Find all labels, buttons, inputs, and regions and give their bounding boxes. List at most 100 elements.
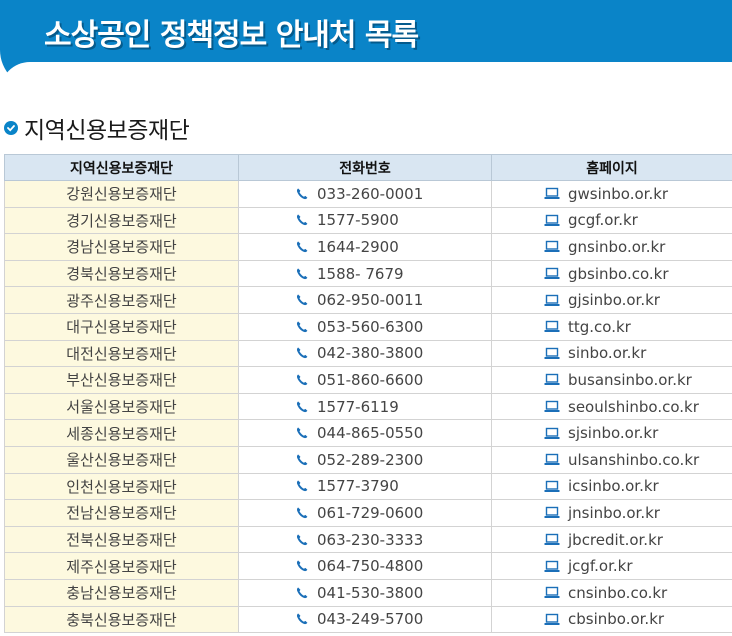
laptop-icon xyxy=(544,560,560,573)
table-row: 인천신용보증재단 1577-3790 icsinbo.or.kr xyxy=(4,472,732,501)
phone-cell: 033-260-0001 xyxy=(238,180,492,208)
phone-cell: 041-530-3800 xyxy=(238,578,492,607)
phone-number[interactable]: 051-860-6600 xyxy=(317,371,423,389)
check-circle-icon xyxy=(4,121,18,135)
homepage-link[interactable]: ulsanshinbo.co.kr xyxy=(568,451,699,469)
region-cell: 경기신용보증재단 xyxy=(4,206,239,235)
phone-number[interactable]: 042-380-3800 xyxy=(317,344,423,362)
table-row: 서울신용보증재단 1577-6119 seoulshinbo.co.kr xyxy=(4,392,732,421)
region-cell: 광주신용보증재단 xyxy=(4,286,239,314)
homepage-cell: jnsinbo.or.kr xyxy=(491,499,732,527)
homepage-cell: seoulshinbo.co.kr xyxy=(491,392,732,421)
laptop-icon xyxy=(544,347,560,360)
table-row: 경기신용보증재단 1577-5900 gcgf.or.kr xyxy=(4,206,732,235)
phone-number[interactable]: 062-950-0011 xyxy=(317,291,423,309)
column-header-homepage: 홈페이지 xyxy=(491,154,732,181)
phone-number[interactable]: 063-230-3333 xyxy=(317,531,423,549)
homepage-link[interactable]: busansinbo.or.kr xyxy=(568,371,692,389)
homepage-link[interactable]: jnsinbo.or.kr xyxy=(568,504,660,522)
phone-cell: 061-729-0600 xyxy=(238,499,492,527)
phone-number[interactable]: 1577-5900 xyxy=(317,211,399,229)
table-row: 광주신용보증재단 062-950-0011 gjsinbo.or.kr xyxy=(4,286,732,314)
phone-cell: 052-289-2300 xyxy=(238,445,492,474)
region-cell: 부산신용보증재단 xyxy=(4,366,239,394)
phone-icon xyxy=(295,400,309,414)
section-heading: 지역신용보증재단 xyxy=(4,112,190,144)
phone-icon xyxy=(295,213,309,227)
laptop-icon xyxy=(544,453,560,466)
phone-cell: 1577-5900 xyxy=(238,206,492,235)
homepage-link[interactable]: gjsinbo.or.kr xyxy=(568,291,660,309)
homepage-cell: ttg.co.kr xyxy=(491,312,732,341)
homepage-link[interactable]: jbcredit.or.kr xyxy=(568,531,663,549)
phone-icon xyxy=(295,346,309,360)
region-cell: 대구신용보증재단 xyxy=(4,312,239,341)
table-row: 대전신용보증재단 042-380-3800 sinbo.or.kr xyxy=(4,339,732,368)
laptop-icon xyxy=(544,533,560,546)
table-header-row: 지역신용보증재단 전화번호 홈페이지 xyxy=(4,154,732,181)
laptop-icon xyxy=(544,613,560,626)
phone-number[interactable]: 052-289-2300 xyxy=(317,451,423,469)
laptop-icon xyxy=(544,214,560,227)
homepage-link[interactable]: cbsinbo.or.kr xyxy=(568,610,664,628)
phone-number[interactable]: 061-729-0600 xyxy=(317,504,423,522)
region-cell: 울산신용보증재단 xyxy=(4,445,239,474)
table-row: 울산신용보증재단 052-289-2300 ulsanshinbo.co.kr xyxy=(4,445,732,474)
homepage-link[interactable]: seoulshinbo.co.kr xyxy=(568,398,699,416)
phone-icon xyxy=(295,320,309,334)
homepage-link[interactable]: icsinbo.or.kr xyxy=(568,477,659,495)
phone-number[interactable]: 043-249-5700 xyxy=(317,610,423,628)
column-header-phone: 전화번호 xyxy=(238,154,492,181)
phone-cell: 063-230-3333 xyxy=(238,525,492,554)
section-title: 지역신용보증재단 xyxy=(24,118,190,144)
region-cell: 경남신용보증재단 xyxy=(4,233,239,261)
phone-number[interactable]: 041-530-3800 xyxy=(317,584,423,602)
phone-icon xyxy=(295,612,309,626)
phone-number[interactable]: 1577-6119 xyxy=(317,398,399,416)
homepage-link[interactable]: sjsinbo.or.kr xyxy=(568,424,658,442)
table-row: 충남신용보증재단 041-530-3800 cnsinbo.co.kr xyxy=(4,578,732,607)
homepage-link[interactable]: gcgf.or.kr xyxy=(568,211,638,229)
homepage-link[interactable]: cnsinbo.co.kr xyxy=(568,584,667,602)
phone-number[interactable]: 1588- 7679 xyxy=(317,265,404,283)
phone-cell: 062-950-0011 xyxy=(238,286,492,314)
table-row: 전남신용보증재단 061-729-0600 jnsinbo.or.kr xyxy=(4,499,732,527)
phone-number[interactable]: 033-260-0001 xyxy=(317,185,423,203)
table-row: 세종신용보증재단 044-865-0550 sjsinbo.or.kr xyxy=(4,419,732,447)
phone-number[interactable]: 064-750-4800 xyxy=(317,557,423,575)
region-cell: 세종신용보증재단 xyxy=(4,419,239,447)
homepage-link[interactable]: gnsinbo.or.kr xyxy=(568,238,665,256)
phone-number[interactable]: 053-560-6300 xyxy=(317,318,423,336)
table-row: 전북신용보증재단 063-230-3333 jbcredit.or.kr xyxy=(4,525,732,554)
phone-cell: 053-560-6300 xyxy=(238,312,492,341)
laptop-icon xyxy=(544,506,560,519)
phone-cell: 1577-6119 xyxy=(238,392,492,421)
homepage-link[interactable]: jcgf.or.kr xyxy=(568,557,632,575)
table-row: 경북신용보증재단 1588- 7679 gbsinbo.co.kr xyxy=(4,259,732,288)
homepage-cell: icsinbo.or.kr xyxy=(491,472,732,501)
homepage-cell: cbsinbo.or.kr xyxy=(491,605,732,634)
region-cell: 강원신용보증재단 xyxy=(4,180,239,208)
table-row: 경남신용보증재단 1644-2900 gnsinbo.or.kr xyxy=(4,233,732,261)
phone-number[interactable]: 1577-3790 xyxy=(317,477,399,495)
homepage-cell: ulsanshinbo.co.kr xyxy=(491,445,732,474)
region-cell: 경북신용보증재단 xyxy=(4,259,239,288)
phone-icon xyxy=(295,267,309,281)
homepage-cell: sinbo.or.kr xyxy=(491,339,732,368)
region-cell: 대전신용보증재단 xyxy=(4,339,239,368)
homepage-link[interactable]: gbsinbo.co.kr xyxy=(568,265,669,283)
phone-cell: 1644-2900 xyxy=(238,233,492,261)
homepage-link[interactable]: sinbo.or.kr xyxy=(568,344,646,362)
homepage-cell: gnsinbo.or.kr xyxy=(491,233,732,261)
region-cell: 전북신용보증재단 xyxy=(4,525,239,554)
homepage-cell: jcgf.or.kr xyxy=(491,552,732,580)
phone-number[interactable]: 044-865-0550 xyxy=(317,424,423,442)
phone-cell: 1577-3790 xyxy=(238,472,492,501)
phone-cell: 064-750-4800 xyxy=(238,552,492,580)
homepage-link[interactable]: gwsinbo.or.kr xyxy=(568,185,668,203)
phone-number[interactable]: 1644-2900 xyxy=(317,238,399,256)
laptop-icon xyxy=(544,400,560,413)
homepage-link[interactable]: ttg.co.kr xyxy=(568,318,631,336)
region-cell: 전남신용보증재단 xyxy=(4,499,239,527)
region-cell: 제주신용보증재단 xyxy=(4,552,239,580)
